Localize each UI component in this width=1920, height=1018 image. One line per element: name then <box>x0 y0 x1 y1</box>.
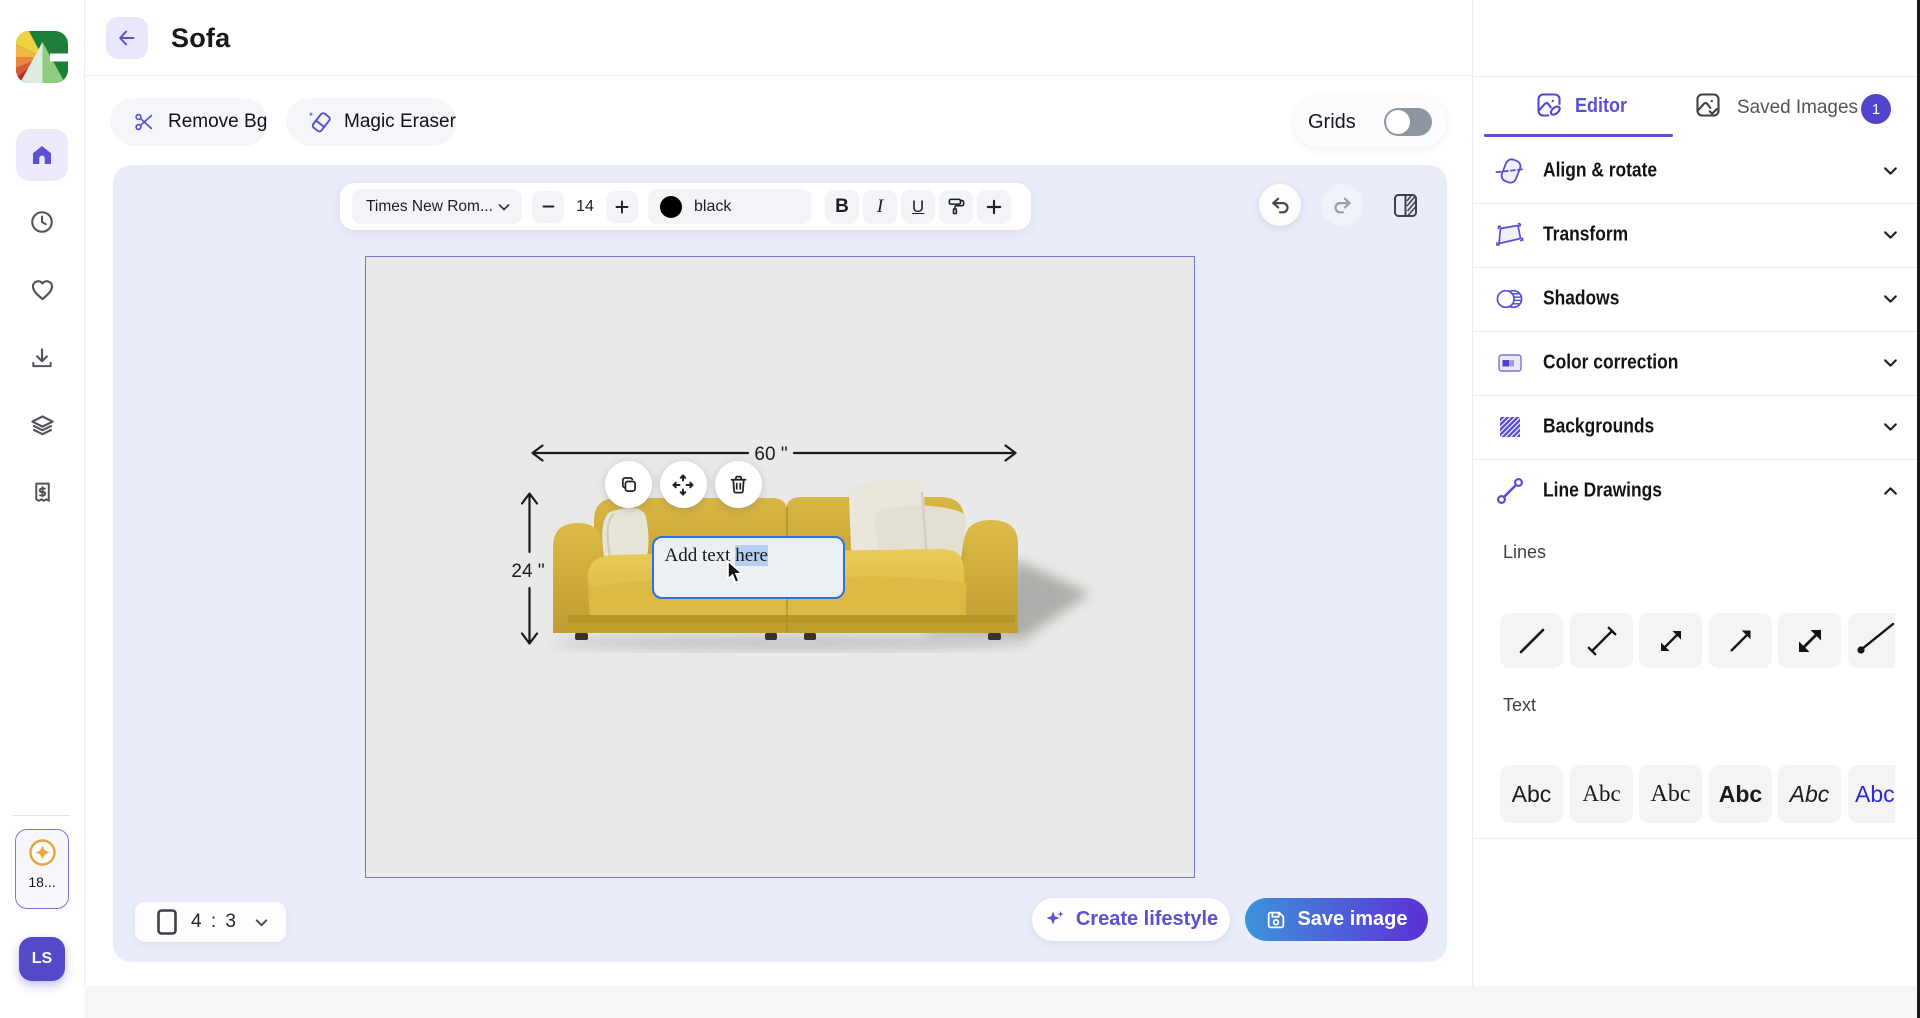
svg-text:60 ": 60 " <box>754 444 787 465</box>
svg-text:24 ": 24 " <box>511 561 544 582</box>
